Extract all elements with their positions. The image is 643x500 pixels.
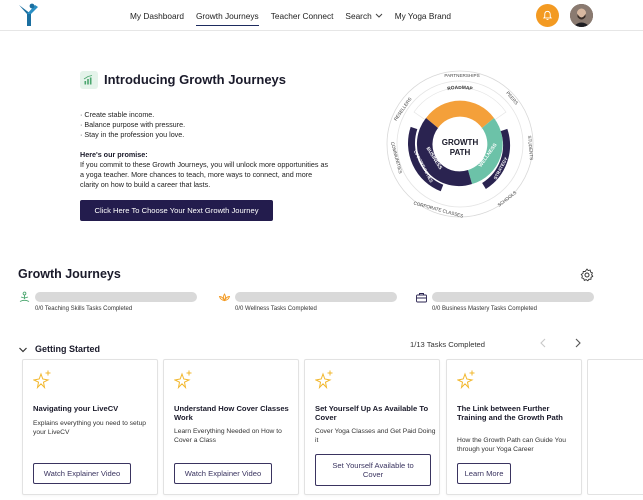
- chevron-right-icon: [575, 338, 581, 348]
- nav-my-dashboard[interactable]: My Dashboard: [130, 0, 184, 31]
- notifications-button[interactable]: [536, 4, 559, 27]
- getting-started-title: Getting Started: [35, 344, 101, 354]
- user-photo: [570, 4, 593, 27]
- intro-bullet: · Create stable income.: [80, 110, 155, 119]
- task-card-description: Learn Everything Needed on How to Cover …: [174, 428, 282, 445]
- task-card[interactable]: Set Yourself Up As Available To Cover Co…: [304, 359, 440, 495]
- growth-journeys-title: Growth Journeys: [18, 267, 121, 281]
- task-card-description: Explains everything you need to setup yo…: [33, 420, 147, 437]
- wheel-outer-label: PARTNERSHIPS: [444, 73, 479, 78]
- wheel-center-line1: GROWTH: [442, 138, 479, 147]
- task-card-title: Understand How Cover Classes Work: [174, 404, 289, 423]
- sparkle-star-icon: [457, 370, 475, 389]
- progress-label: 0/0 Business Mastery Tasks Completed: [432, 306, 537, 312]
- nav-my-yoga-brand[interactable]: My Yoga Brand: [395, 0, 451, 31]
- promise-title: Here's our promise:: [80, 150, 148, 159]
- sparkle-star-icon: [174, 370, 192, 389]
- task-card-title: Set Yourself Up As Available To Cover: [315, 404, 429, 423]
- chart-icon: [80, 71, 98, 89]
- carousel-prev-button[interactable]: [539, 338, 547, 351]
- task-card[interactable]: The Link between Further Training and th…: [446, 359, 582, 495]
- task-card-title: The Link between Further Training and th…: [457, 404, 563, 423]
- intro-bullet: · Balance purpose with pressure.: [80, 120, 186, 130]
- learn-more-button[interactable]: Learn More: [457, 463, 511, 484]
- bell-icon: [542, 10, 553, 20]
- task-card[interactable]: Understand How Cover Classes Work Learn …: [163, 359, 299, 495]
- task-card-title: Navigating your LiveCV: [33, 404, 119, 413]
- progress-bar: [432, 292, 594, 302]
- wheel-center-line2: PATH: [450, 148, 471, 157]
- nav-links: My Dashboard Growth Journeys Teacher Con…: [130, 0, 451, 31]
- task-card-description: Cover Yoga Classes and Get Paid Doing it: [315, 428, 436, 445]
- progress-bar: [35, 292, 197, 302]
- sparkle-star-icon: [33, 370, 51, 389]
- nav-search[interactable]: Search: [345, 0, 383, 31]
- nav-teacher-connect[interactable]: Teacher Connect: [271, 0, 334, 31]
- carousel-next-button[interactable]: [574, 338, 582, 351]
- tasks-completed-count: 1/13 Tasks Completed: [410, 340, 485, 349]
- wheel-outer-label: STUDENTS: [527, 135, 534, 160]
- set-available-to-cover-button[interactable]: Set Yourself Available to Cover: [315, 454, 431, 486]
- chevron-down-icon[interactable]: [18, 345, 28, 355]
- watch-explainer-video-button[interactable]: Watch Explainer Video: [174, 463, 272, 484]
- intro-title: Introducing Growth Journeys: [104, 72, 287, 87]
- task-card-description: How the Growth Path can Guide You throug…: [457, 437, 566, 454]
- choose-growth-journey-button[interactable]: Click Here To Choose Your Next Growth Jo…: [80, 200, 273, 221]
- lotus-figure-icon: [19, 291, 30, 302]
- chevron-down-icon: [375, 13, 383, 18]
- growth-path-wheel: GROWTH PATH TEACHING SKILLS WELLNESS BUS…: [386, 70, 534, 219]
- task-card-partial[interactable]: [587, 359, 643, 495]
- progress-bar: [235, 292, 397, 302]
- progress-label: 0/0 Teaching Skills Tasks Completed: [35, 306, 133, 312]
- promise-text: If you commit to these Growth Journeys, …: [80, 160, 329, 190]
- logo[interactable]: [16, 2, 42, 28]
- progress-label: 0/0 Wellness Tasks Completed: [235, 306, 317, 312]
- avatar[interactable]: [570, 4, 593, 27]
- intro-bullets: · Create stable income. · Balance purpos…: [80, 110, 185, 141]
- top-nav: My Dashboard Growth Journeys Teacher Con…: [0, 0, 643, 31]
- lotus-flower-icon: [218, 293, 231, 302]
- nav-growth-journeys[interactable]: Growth Journeys: [195, 0, 259, 31]
- task-card[interactable]: Navigating your LiveCV Explains everythi…: [22, 359, 158, 495]
- chevron-left-icon: [540, 338, 546, 348]
- sparkle-star-icon: [315, 370, 333, 389]
- watch-explainer-video-button[interactable]: Watch Explainer Video: [33, 463, 131, 484]
- briefcase-icon: [416, 293, 427, 303]
- intro-bullet: · Stay in the profession you love.: [80, 130, 185, 140]
- gear-icon[interactable]: [580, 268, 594, 282]
